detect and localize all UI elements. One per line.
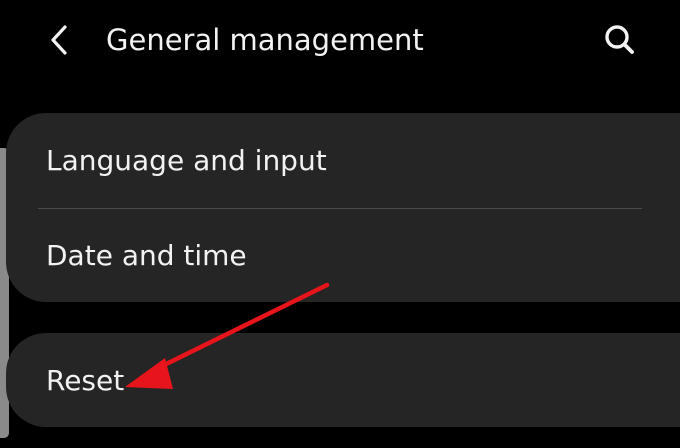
- settings-group: Reset: [6, 333, 680, 427]
- menu-item-label: Reset: [46, 363, 125, 397]
- page-title: General management: [106, 23, 424, 57]
- settings-group: Language and input Date and time: [6, 113, 680, 302]
- menu-item-language-and-input[interactable]: Language and input: [6, 113, 680, 208]
- menu-item-label: Language and input: [46, 144, 327, 177]
- menu-item-reset[interactable]: Reset: [6, 333, 680, 427]
- search-icon: [605, 25, 634, 54]
- settings-screen: General management Language and input Da…: [0, 0, 680, 448]
- back-button[interactable]: [38, 18, 82, 62]
- chevron-left-icon: [51, 25, 67, 55]
- search-button[interactable]: [596, 16, 644, 64]
- menu-item-label: Date and time: [46, 239, 247, 272]
- menu-item-date-and-time[interactable]: Date and time: [6, 209, 680, 302]
